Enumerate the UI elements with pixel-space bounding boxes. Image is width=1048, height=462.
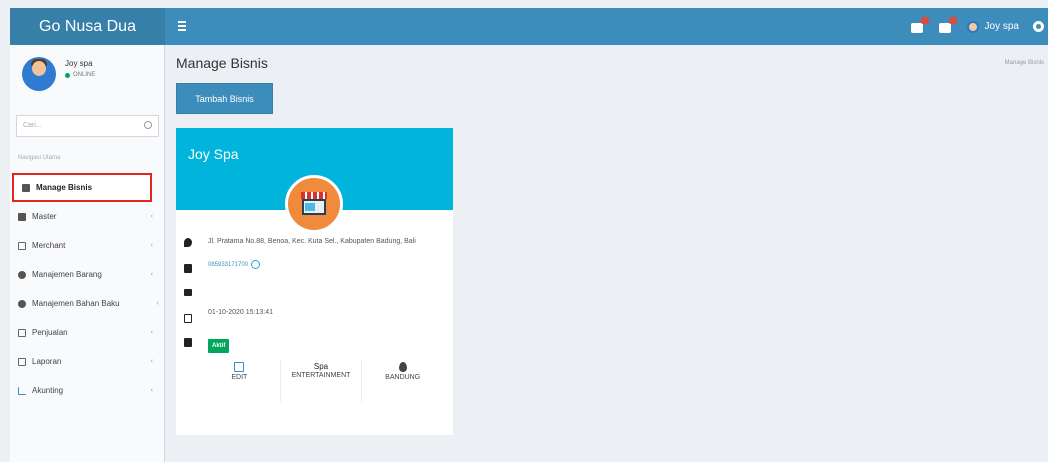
lock-open-icon [184, 338, 192, 347]
sidebar-item-label: Penjualan [32, 328, 68, 337]
sidebar-item-penjualan[interactable]: Penjualan ‹ [10, 318, 165, 347]
map-marker-icon [184, 238, 192, 247]
created-datetime: 01-10-2020 15:13:41 [208, 309, 273, 316]
file-icon [22, 183, 30, 192]
breadcrumb[interactable]: Manage Bisnis [1005, 60, 1044, 66]
sidebar-item-label: Manage Bisnis [36, 183, 93, 192]
sidebar: Joy spa ONLINE Cari... Navigasi Utama Ma… [10, 45, 165, 462]
envelope-icon [184, 289, 192, 296]
category-name: Spa [313, 362, 329, 371]
messages-icon[interactable] [938, 16, 957, 34]
online-status: ONLINE [65, 72, 95, 78]
sidebar-item-label: Manajemen Bahan Baku [32, 299, 120, 308]
edit-icon [234, 362, 245, 372]
cash-register-icon [18, 328, 26, 337]
chart-icon [18, 386, 26, 395]
card-stats: EDIT Spa ENTERTAINMENT BANDUNG [199, 360, 443, 402]
folder-icon [18, 212, 26, 221]
phone-number[interactable]: 085933171700 [208, 262, 248, 268]
search-icon[interactable] [144, 121, 152, 129]
business-card: Joy Spa Jl. Pratama No.88, Benoa, Kec. K… [176, 128, 453, 435]
chevron-left-icon: ‹ [150, 387, 153, 394]
ingredients-icon [18, 299, 26, 308]
business-name: Joy Spa [188, 146, 239, 162]
phone-icon [184, 264, 192, 273]
status-badge: Aktif [208, 339, 230, 353]
sidebar-item-manajemen-barang[interactable]: Manajemen Barang ‹ [10, 260, 165, 289]
sidebar-item-label: Merchant [32, 241, 66, 250]
chevron-left-icon: ‹ [150, 271, 153, 278]
menu-toggle-icon[interactable] [178, 21, 188, 31]
search-placeholder: Cari... [23, 122, 42, 129]
category-type: ENTERTAINMENT [291, 372, 351, 379]
sidebar-menu: Manage Bisnis Master ‹ Merchant ‹ Manaje… [10, 173, 165, 405]
avatar [22, 57, 56, 91]
sidebar-item-label: Akunting [32, 386, 64, 395]
city-name: BANDUNG [385, 374, 421, 381]
notifications-icon[interactable] [910, 16, 929, 34]
sidebar-item-label: Master [32, 212, 57, 221]
page-title: Manage Bisnis [176, 55, 268, 71]
sidebar-item-master[interactable]: Master ‹ [10, 202, 165, 231]
brand-logo[interactable]: Go Nusa Dua [10, 8, 165, 45]
edit-button[interactable]: EDIT [199, 360, 280, 402]
chevron-left-icon: ‹ [150, 213, 153, 220]
chevron-left-icon: ‹ [156, 300, 159, 307]
business-phone[interactable]: 085933171700 [208, 260, 261, 269]
map-marker-icon [398, 362, 407, 372]
sidebar-item-laporan[interactable]: Laporan ‹ [10, 347, 165, 376]
report-icon [18, 357, 26, 366]
whatsapp-icon[interactable] [251, 260, 261, 269]
city-stat: BANDUNG [361, 360, 443, 402]
settings-gear-icon[interactable] [1033, 21, 1044, 32]
nav-header: Navigasi Utama [18, 155, 61, 161]
sidebar-item-label: Laporan [32, 357, 62, 366]
navbar-right: Joy spa [910, 8, 1044, 45]
online-dot-icon [65, 72, 70, 78]
status-label: ONLINE [73, 72, 96, 78]
sidebar-username: Joy spa [65, 59, 93, 68]
avatar [966, 20, 979, 33]
user-panel: Joy spa ONLINE [10, 45, 165, 107]
box-icon [18, 270, 26, 279]
store-icon [18, 241, 26, 250]
chevron-left-icon: ‹ [150, 242, 153, 249]
chevron-left-icon: ‹ [150, 358, 153, 365]
search-input[interactable]: Cari... [16, 115, 159, 137]
calendar-icon [184, 314, 192, 323]
add-business-button[interactable]: Tambah Bisnis [176, 83, 273, 114]
user-menu[interactable]: Joy spa [966, 20, 1019, 33]
top-navbar: Go Nusa Dua Joy spa [10, 8, 1048, 45]
edit-label: EDIT [231, 374, 248, 381]
sidebar-item-manage-bisnis[interactable]: Manage Bisnis [12, 173, 152, 202]
navbar-username: Joy spa [984, 21, 1019, 32]
sidebar-item-manajemen-bahan-baku[interactable]: Manajemen Bahan Baku ‹ [10, 289, 165, 318]
sidebar-item-label: Manajemen Barang [32, 270, 102, 279]
chevron-left-icon: ‹ [150, 329, 153, 336]
category-stat: Spa ENTERTAINMENT [279, 360, 362, 402]
sidebar-item-merchant[interactable]: Merchant ‹ [10, 231, 165, 260]
business-address: Jl. Pratama No.88, Benoa, Kec. Kuta Sel.… [208, 238, 416, 245]
sidebar-item-akunting[interactable]: Akunting ‹ [10, 376, 165, 405]
store-icon [285, 175, 343, 233]
